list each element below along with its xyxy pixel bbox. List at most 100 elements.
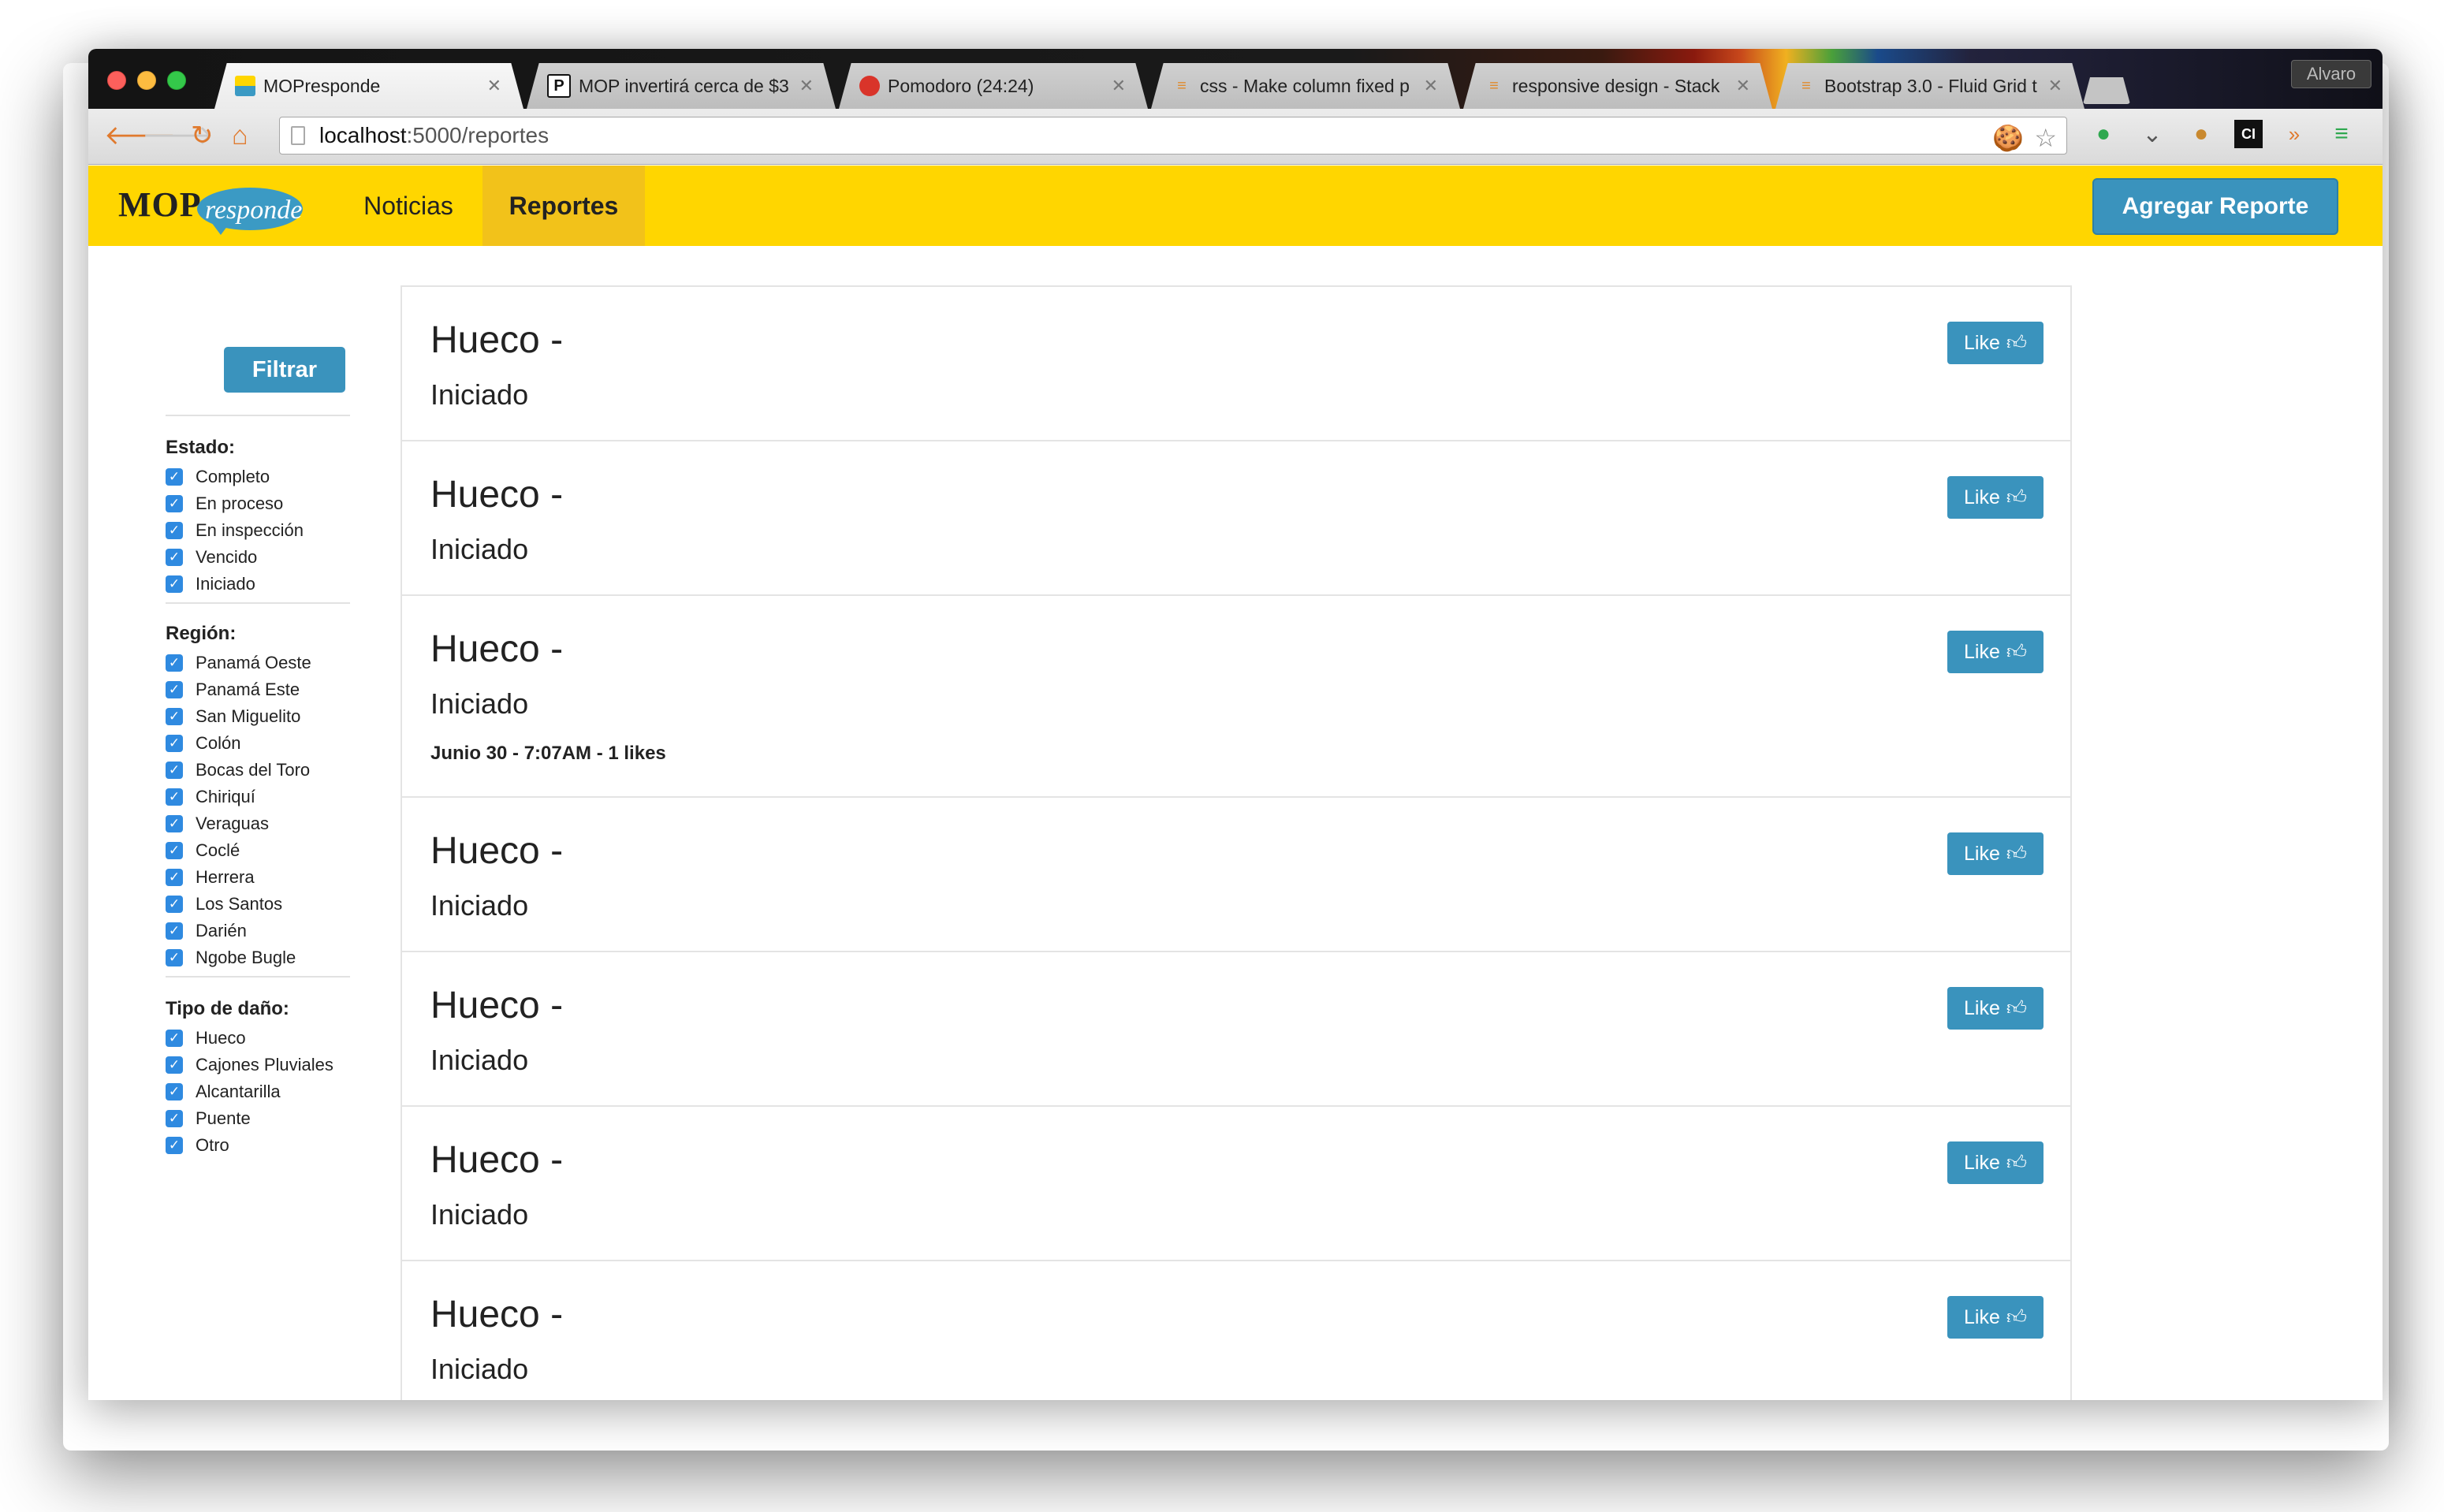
checkbox-label: Colón bbox=[196, 733, 241, 753]
checkbox-tipo[interactable]: ✓ Alcantarilla bbox=[166, 1080, 281, 1104]
checkbox-checked-icon[interactable]: ✓ bbox=[166, 468, 183, 486]
like-button[interactable]: Like 👍︎ bbox=[1947, 631, 2043, 673]
checkbox-checked-icon[interactable]: ✓ bbox=[166, 495, 183, 512]
checkbox-label: Iniciado bbox=[196, 574, 255, 594]
checkbox-checked-icon[interactable]: ✓ bbox=[166, 654, 183, 672]
stackoverflow-favicon-icon: ≡ bbox=[1801, 76, 1811, 95]
checkbox-region[interactable]: ✓ Ngobe Bugle bbox=[166, 946, 296, 970]
checkbox-checked-icon[interactable]: ✓ bbox=[166, 735, 183, 752]
checkbox-region[interactable]: ✓ Panamá Este bbox=[166, 678, 300, 702]
checkbox-tipo[interactable]: ✓ Hueco bbox=[166, 1026, 246, 1050]
tab-close-icon[interactable]: ✕ bbox=[1424, 76, 1438, 96]
like-button[interactable]: Like 👍︎ bbox=[1947, 476, 2043, 519]
checkbox-en-proceso[interactable]: ✓ En proceso bbox=[166, 492, 283, 516]
checkbox-checked-icon[interactable]: ✓ bbox=[166, 681, 183, 698]
checkbox-label: Herrera bbox=[196, 867, 255, 887]
checkbox-tipo[interactable]: ✓ Puente bbox=[166, 1107, 251, 1130]
checkbox-tipo[interactable]: ✓ Cajones Pluviales bbox=[166, 1053, 333, 1077]
address-bar[interactable]: localhost:5000/reportes 🍪 ☆ bbox=[279, 117, 2067, 155]
checkbox-region[interactable]: ✓ Colón bbox=[166, 732, 240, 755]
checkbox-checked-icon[interactable]: ✓ bbox=[166, 522, 183, 539]
browser-tab-5[interactable]: ≡ responsive design - Stack ✕ bbox=[1463, 63, 1772, 109]
checkbox-checked-icon[interactable]: ✓ bbox=[166, 815, 183, 832]
minimize-window-button[interactable] bbox=[137, 71, 156, 90]
page-icon bbox=[291, 126, 305, 145]
checkbox-tipo[interactable]: ✓ Otro bbox=[166, 1134, 229, 1157]
report-status: Iniciado bbox=[430, 1353, 529, 1385]
like-button[interactable]: Like 👍︎ bbox=[1947, 832, 2043, 875]
checkbox-label: Otro bbox=[196, 1135, 229, 1155]
bookmark-star-icon[interactable]: ☆ bbox=[2034, 123, 2057, 153]
tab-close-icon[interactable]: ✕ bbox=[1112, 76, 1126, 96]
thumbs-up-icon: 👍︎ bbox=[2006, 843, 2027, 865]
checkbox-region[interactable]: ✓ Panamá Oeste bbox=[166, 651, 311, 675]
checkbox-checked-icon[interactable]: ✓ bbox=[166, 762, 183, 779]
checkbox-checked-icon[interactable]: ✓ bbox=[166, 788, 183, 806]
browser-tab-4[interactable]: ≡ css - Make column fixed p ✕ bbox=[1151, 63, 1460, 109]
checkbox-iniciado[interactable]: ✓ Iniciado bbox=[166, 572, 255, 596]
report-card: Hueco - Iniciado Junio 30 - 7:07AM - 1 l… bbox=[402, 596, 2070, 798]
browser-window: MOPresponde ✕ P MOP invertirá cerca de $… bbox=[88, 49, 2383, 1400]
evernote-extension-icon[interactable]: ● bbox=[2089, 120, 2118, 148]
checkbox-region[interactable]: ✓ Herrera bbox=[166, 866, 255, 889]
tab-close-icon[interactable]: ✕ bbox=[1736, 76, 1750, 96]
reload-icon[interactable]: ↻ bbox=[191, 118, 214, 153]
tab-close-icon[interactable]: ✕ bbox=[799, 76, 814, 96]
checkbox-region[interactable]: ✓ Veraguas bbox=[166, 812, 269, 836]
checkbox-checked-icon[interactable]: ✓ bbox=[166, 1056, 183, 1074]
thumbs-up-icon: 👍︎ bbox=[2006, 1306, 2027, 1328]
like-button[interactable]: Like 👍︎ bbox=[1947, 1141, 2043, 1184]
ci-extension-icon[interactable]: CI bbox=[2234, 120, 2263, 148]
tab-close-icon[interactable]: ✕ bbox=[2048, 76, 2062, 96]
checkbox-region[interactable]: ✓ Chiriquí bbox=[166, 785, 255, 809]
like-button[interactable]: Like 👍︎ bbox=[1947, 322, 2043, 364]
more-extensions-icon[interactable]: » bbox=[2280, 120, 2308, 148]
browser-tab-2[interactable]: P MOP invertirá cerca de $3 ✕ bbox=[527, 63, 836, 109]
checkbox-checked-icon[interactable]: ✓ bbox=[166, 708, 183, 725]
cookie-blocked-icon[interactable]: 🍪 bbox=[1992, 123, 2024, 153]
checkbox-region[interactable]: ✓ San Miguelito bbox=[166, 705, 300, 728]
filter-button[interactable]: Filtrar bbox=[224, 347, 345, 393]
report-card: Hueco - Iniciado Like 👍︎ bbox=[402, 952, 2070, 1107]
checkbox-checked-icon[interactable]: ✓ bbox=[166, 1137, 183, 1154]
checkbox-checked-icon[interactable]: ✓ bbox=[166, 549, 183, 566]
checkbox-checked-icon[interactable]: ✓ bbox=[166, 949, 183, 966]
checkbox-region[interactable]: ✓ Los Santos bbox=[166, 892, 282, 916]
home-icon[interactable]: ⌂ bbox=[232, 118, 248, 153]
pocket-extension-icon[interactable]: ⌄ bbox=[2138, 120, 2166, 148]
divider bbox=[166, 602, 350, 604]
zoom-window-button[interactable] bbox=[167, 71, 186, 90]
checkbox-checked-icon[interactable]: ✓ bbox=[166, 575, 183, 593]
brand-logo[interactable]: MOP responde bbox=[118, 177, 307, 240]
checkbox-checked-icon[interactable]: ✓ bbox=[166, 842, 183, 859]
checkbox-vencido[interactable]: ✓ Vencido bbox=[166, 546, 257, 569]
checkbox-checked-icon[interactable]: ✓ bbox=[166, 1110, 183, 1127]
checkbox-checked-icon[interactable]: ✓ bbox=[166, 922, 183, 940]
tab-close-icon[interactable]: ✕ bbox=[487, 76, 501, 96]
checkbox-completo[interactable]: ✓ Completo bbox=[166, 465, 270, 489]
checkbox-region[interactable]: ✓ Coclé bbox=[166, 839, 240, 862]
nav-item-noticias[interactable]: Noticias bbox=[341, 166, 476, 246]
report-status: Iniciado bbox=[430, 533, 529, 565]
menu-hamburger-icon[interactable]: ≡ bbox=[2327, 120, 2356, 148]
like-label: Like bbox=[1963, 331, 2000, 354]
checkbox-checked-icon[interactable]: ✓ bbox=[166, 896, 183, 913]
checkbox-checked-icon[interactable]: ✓ bbox=[166, 1030, 183, 1047]
checkbox-region[interactable]: ✓ Bocas del Toro bbox=[166, 758, 310, 782]
add-report-button[interactable]: Agregar Reporte bbox=[2092, 178, 2338, 235]
browser-tab-1[interactable]: MOPresponde ✕ bbox=[214, 63, 523, 109]
like-button[interactable]: Like 👍︎ bbox=[1947, 987, 2043, 1030]
browser-tab-6[interactable]: ≡ Bootstrap 3.0 - Fluid Grid t ✕ bbox=[1775, 63, 2084, 109]
browser-tab-3[interactable]: Pomodoro (24:24) ✕ bbox=[839, 63, 1148, 109]
checkbox-checked-icon[interactable]: ✓ bbox=[166, 869, 183, 886]
profile-button[interactable]: Alvaro bbox=[2291, 60, 2371, 88]
cookie-extension-icon[interactable]: ● bbox=[2187, 120, 2215, 148]
new-tab-button[interactable] bbox=[2083, 77, 2130, 104]
tomato-favicon-icon bbox=[859, 76, 880, 96]
checkbox-en-inspeccion[interactable]: ✓ En inspección bbox=[166, 519, 304, 542]
like-button[interactable]: Like 👍︎ bbox=[1947, 1296, 2043, 1339]
checkbox-region[interactable]: ✓ Darién bbox=[166, 919, 247, 943]
close-window-button[interactable] bbox=[107, 71, 126, 90]
checkbox-checked-icon[interactable]: ✓ bbox=[166, 1083, 183, 1100]
nav-item-reportes[interactable]: Reportes bbox=[482, 166, 645, 246]
